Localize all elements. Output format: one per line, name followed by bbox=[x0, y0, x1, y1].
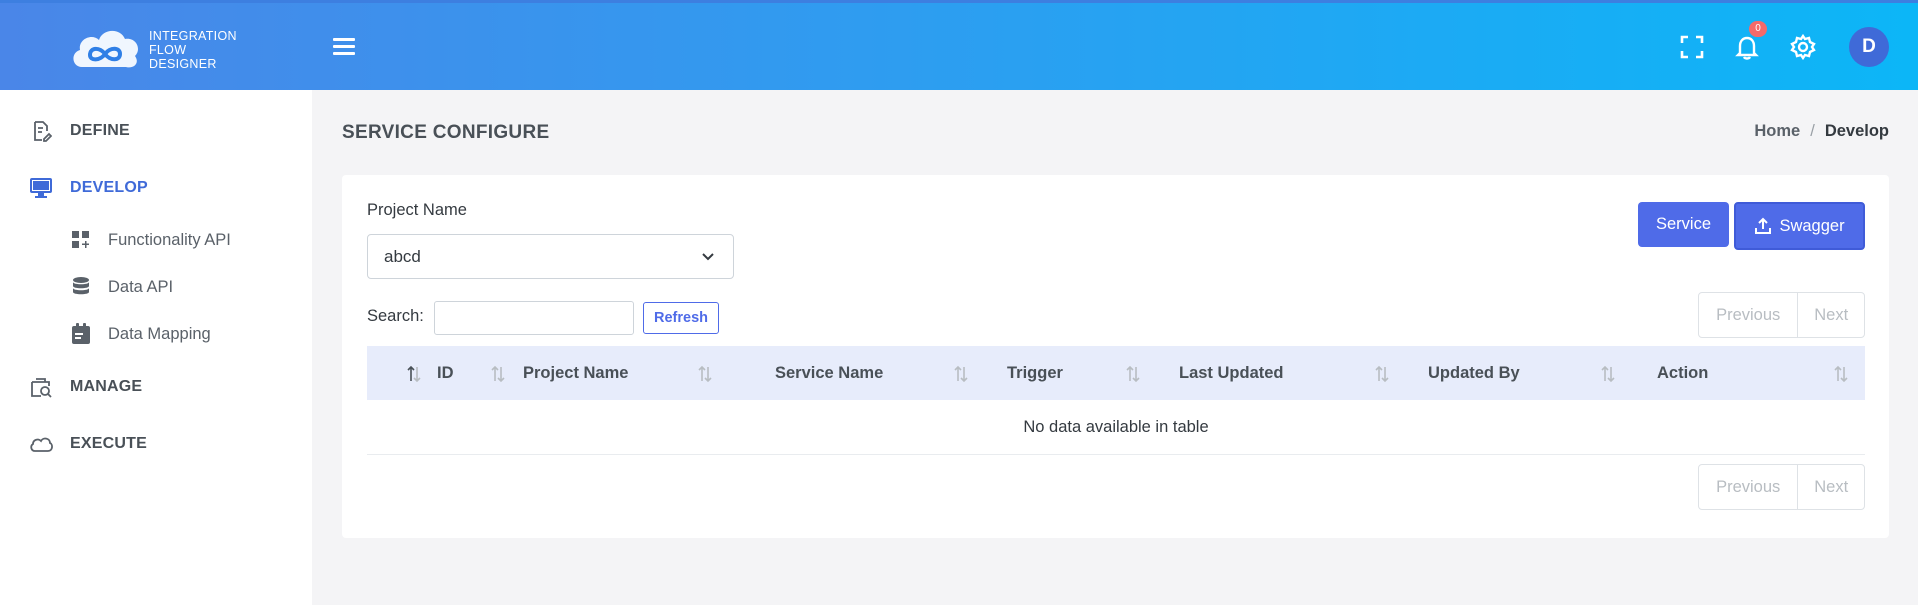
sidebar-item-develop[interactable]: DEVELOP bbox=[28, 173, 148, 203]
sort-arrows-icon[interactable] bbox=[490, 364, 506, 384]
brand-name: INTEGRATION FLOW DESIGNER bbox=[149, 29, 237, 71]
sort-arrows-icon[interactable] bbox=[1600, 364, 1616, 384]
sidebar-item-label: MANAGE bbox=[70, 378, 143, 395]
column-header-project-name[interactable]: Project Name bbox=[523, 346, 628, 400]
table-empty-message: No data available in table bbox=[367, 400, 1865, 455]
grid-plus-icon bbox=[70, 229, 92, 251]
user-avatar[interactable]: D bbox=[1849, 27, 1889, 67]
sort-arrows-icon[interactable] bbox=[953, 364, 969, 384]
sidebar-subitem-label: Data Mapping bbox=[108, 324, 211, 343]
sort-arrows-icon[interactable] bbox=[697, 364, 713, 384]
brand-line-1: INTEGRATION bbox=[149, 29, 237, 43]
sidebar-item-label: EXECUTE bbox=[70, 435, 147, 452]
fullscreen-icon[interactable] bbox=[1678, 33, 1706, 61]
sidebar: DEFINE DEVELOP Functionality API Data AP… bbox=[0, 90, 312, 605]
clipboard-icon bbox=[70, 323, 92, 345]
previous-page-button[interactable]: Previous bbox=[1699, 465, 1799, 509]
column-header-updated-by[interactable]: Updated By bbox=[1428, 346, 1520, 400]
column-header-action[interactable]: Action bbox=[1657, 346, 1708, 400]
chevron-down-icon bbox=[702, 253, 714, 261]
sort-arrows-icon[interactable] bbox=[1125, 364, 1141, 384]
page-title: SERVICE CONFIGURE bbox=[342, 122, 550, 143]
bell-icon[interactable] bbox=[1733, 33, 1761, 61]
search-label: Search: bbox=[367, 307, 424, 325]
column-header-last-updated[interactable]: Last Updated bbox=[1179, 346, 1284, 400]
pagination-top: Previous Next bbox=[1698, 292, 1865, 338]
service-button[interactable]: Service bbox=[1638, 202, 1729, 247]
sort-arrows-icon[interactable] bbox=[1374, 364, 1390, 384]
sort-arrows-icon[interactable] bbox=[1833, 364, 1849, 384]
search-input[interactable] bbox=[434, 301, 634, 335]
sidebar-item-execute[interactable]: EXECUTE bbox=[28, 429, 147, 459]
table-header: ID Project Name Service Name Trigger Las… bbox=[367, 346, 1865, 400]
breadcrumb-current: Develop bbox=[1824, 122, 1889, 140]
menu-toggle-icon[interactable] bbox=[333, 38, 355, 58]
sidebar-subitem-label: Data API bbox=[108, 277, 174, 296]
sidebar-item-label: DEVELOP bbox=[70, 179, 148, 196]
project-name-label: Project Name bbox=[367, 201, 467, 219]
upload-icon bbox=[1755, 217, 1772, 234]
column-header-id[interactable]: ID bbox=[437, 346, 454, 400]
sort-arrows-icon[interactable] bbox=[406, 364, 422, 384]
next-page-button[interactable]: Next bbox=[1798, 465, 1864, 509]
sidebar-subitem-data-mapping[interactable]: Data Mapping bbox=[70, 320, 211, 348]
top-header: INTEGRATION FLOW DESIGNER 0 D bbox=[0, 0, 1918, 90]
next-page-button[interactable]: Next bbox=[1798, 293, 1864, 337]
cloud-infinity-logo-icon bbox=[73, 30, 139, 68]
breadcrumb: Home / Develop bbox=[1754, 122, 1889, 141]
column-header-service-name[interactable]: Service Name bbox=[775, 346, 883, 400]
notification-badge: 0 bbox=[1749, 21, 1767, 37]
project-name-select[interactable]: abcd bbox=[367, 234, 734, 279]
brand-line-2: FLOW bbox=[149, 43, 187, 57]
project-name-value: abcd bbox=[384, 247, 421, 266]
monitor-icon bbox=[28, 175, 54, 201]
breadcrumb-separator: / bbox=[1810, 122, 1815, 140]
refresh-button[interactable]: Refresh bbox=[643, 302, 719, 334]
gear-icon[interactable] bbox=[1789, 33, 1817, 61]
column-header-trigger[interactable]: Trigger bbox=[1007, 346, 1063, 400]
database-icon bbox=[70, 276, 92, 298]
swagger-button[interactable]: Swagger bbox=[1734, 202, 1865, 250]
sidebar-item-manage[interactable]: MANAGE bbox=[28, 372, 142, 402]
swagger-button-label: Swagger bbox=[1779, 216, 1845, 235]
sidebar-subitem-data-api[interactable]: Data API bbox=[70, 273, 173, 301]
previous-page-button[interactable]: Previous bbox=[1699, 293, 1799, 337]
edit-document-icon bbox=[28, 118, 54, 144]
sidebar-subitem-label: Functionality API bbox=[108, 230, 231, 249]
sidebar-subitem-functionality-api[interactable]: Functionality API bbox=[70, 226, 231, 254]
sidebar-item-define[interactable]: DEFINE bbox=[28, 116, 130, 146]
cloud-icon bbox=[28, 431, 54, 457]
brand-line-3: DESIGNER bbox=[149, 57, 217, 71]
pagination-bottom: Previous Next bbox=[1698, 464, 1865, 510]
sidebar-item-label: DEFINE bbox=[70, 122, 130, 139]
search-document-icon bbox=[28, 374, 54, 400]
breadcrumb-home-link[interactable]: Home bbox=[1754, 122, 1800, 141]
service-configure-card: Project Name abcd Service Swagger Search… bbox=[342, 175, 1889, 538]
